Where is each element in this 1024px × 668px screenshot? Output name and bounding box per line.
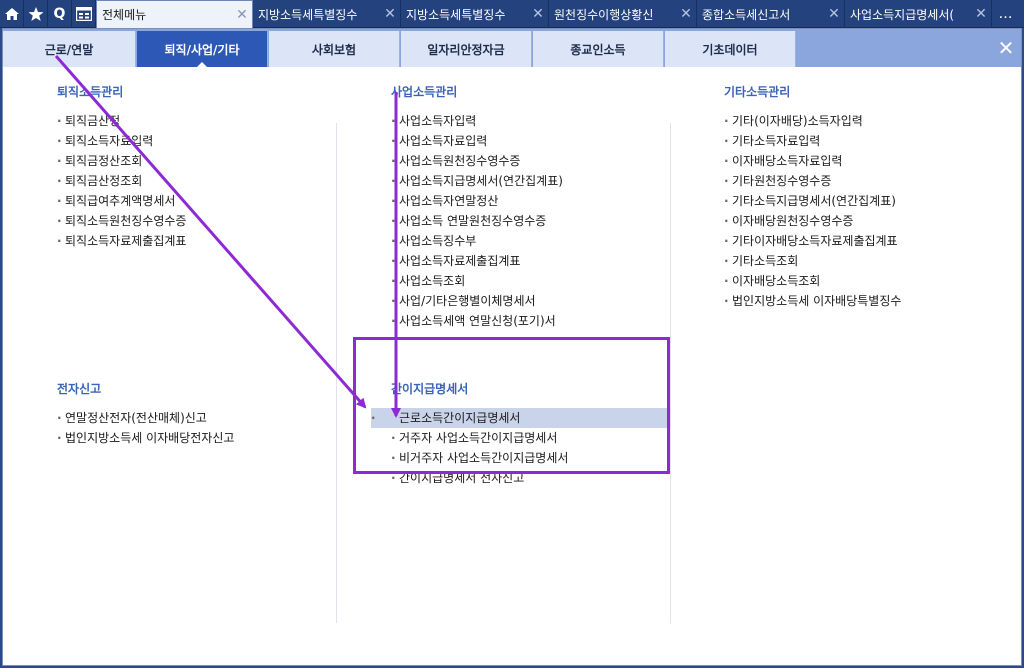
menu-item[interactable]: 기타원천징수영수증 (724, 171, 1014, 191)
tab-comprehensive-income-tax[interactable]: 종합소득세신고서 ✕ (697, 0, 845, 28)
menu-item[interactable]: 사업소득 연말원천징수영수증 (391, 211, 661, 231)
category-tab-base-data[interactable]: 기초데이터 (665, 31, 796, 67)
category-tab-social-insurance[interactable]: 사회보험 (269, 31, 400, 67)
menu-item[interactable]: 퇴직소득자료입력 (57, 131, 317, 151)
category-label: 퇴직/사업/기타 (164, 42, 240, 57)
category-label: 기초데이터 (702, 42, 758, 57)
menu-item-selected[interactable]: 근로소득간이지급명세서 (371, 408, 667, 428)
top-tab-bar: Q 전체메뉴 ✕ 지방소득세특별징수 ✕ 지방소득세특별징수 ✕ 원천징수이행상… (0, 0, 1024, 28)
category-tab-retirement-business-other[interactable]: 퇴직/사업/기타 (137, 31, 268, 68)
menu-item[interactable]: 사업소득원천징수영수증 (391, 151, 661, 171)
close-icon[interactable]: ✕ (232, 7, 252, 23)
menu-item[interactable]: 사업소득조회 (391, 271, 661, 291)
tab-local-income-tax-2[interactable]: 지방소득세특별징수 ✕ (401, 0, 549, 28)
close-icon[interactable]: ✕ (824, 6, 844, 22)
menu-item[interactable]: 기타소득자료입력 (724, 131, 1014, 151)
more-tabs-button[interactable]: … (992, 0, 1020, 27)
menu-item[interactable]: 퇴직금정산조회 (57, 151, 317, 171)
close-menu-icon[interactable]: ✕ (995, 36, 1017, 60)
tab-all-menu[interactable]: 전체메뉴 ✕ (96, 0, 253, 28)
section-title: 간이지급명세서 (391, 382, 469, 396)
menu-item[interactable]: 퇴직소득자료제출집계표 (57, 231, 317, 251)
section-title: 전자신고 (57, 382, 102, 396)
menu-item[interactable]: 이자배당소득자료입력 (724, 151, 1014, 171)
menu-item[interactable]: 이자배당소득조회 (724, 271, 1014, 291)
menu-item[interactable]: 사업소득세액 연말신청(포기)서 (391, 311, 661, 331)
column-divider (670, 123, 671, 623)
tab-label: 사업소득지급명세서( (850, 7, 955, 22)
section-business-income: 사업소득관리 사업소득자입력 사업소득자료입력 사업소득원천징수영수증 사업소득… (391, 83, 661, 331)
search-icon[interactable]: Q (48, 0, 72, 28)
tab-label: 종합소득세신고서 (702, 7, 791, 22)
column-divider (336, 123, 337, 623)
section-retirement-income: 퇴직소득관리 퇴직금산정 퇴직소득자료입력 퇴직금정산조회 퇴직금산정조회 퇴직… (57, 83, 317, 251)
section-simplified-statement: 간이지급명세서 근로소득간이지급명세서 거주자 사업소득간이지급명세서 비거주자… (371, 380, 667, 488)
category-tab-earned-income[interactable]: 근로/연말 (3, 31, 136, 67)
category-label: 일자리안정자금 (427, 42, 505, 57)
menu-item[interactable]: 간이지급명세서 전자신고 (391, 468, 667, 488)
close-icon[interactable]: ✕ (971, 6, 991, 22)
menu-item[interactable]: 연말정산전자(전산매체)신고 (57, 408, 327, 428)
category-tab-job-stability-fund[interactable]: 일자리안정자금 (401, 31, 532, 67)
menu-item[interactable]: 사업소득징수부 (391, 231, 661, 251)
menu-item[interactable]: 사업소득자연말정산 (391, 191, 661, 211)
category-label: 사회보험 (311, 42, 357, 57)
menu-item[interactable]: 퇴직급여추계액명세서 (57, 191, 317, 211)
category-label: 근로/연말 (44, 42, 94, 57)
menu-item[interactable]: 기타소득조회 (724, 251, 1014, 271)
section-other-income: 기타소득관리 기타(이자배당)소득자입력 기타소득자료입력 이자배당소득자료입력… (724, 83, 1014, 311)
menu-item[interactable]: 기타소득지급명세서(연간집계표) (724, 191, 1014, 211)
menu-item[interactable]: 사업/기타은행별이체명세서 (391, 291, 661, 311)
menu-item[interactable]: 비거주자 사업소득간이지급명세서 (391, 448, 667, 468)
section-electronic-filing: 전자신고 연말정산전자(전산매체)신고 법인지방소득세 이자배당전자신고 (57, 380, 327, 448)
tab-label: 전체메뉴 (102, 8, 147, 22)
menu-item[interactable]: 법인지방소득세 이자배당전자신고 (57, 428, 327, 448)
menu-item[interactable]: 퇴직금산정 (57, 111, 317, 131)
menu-item[interactable]: 퇴직소득원천징수영수증 (57, 211, 317, 231)
full-menu-panel: 근로/연말 퇴직/사업/기타 사회보험 일자리안정자금 종교인소득 기초데이터 … (2, 28, 1022, 666)
category-label: 종교인소득 (570, 42, 626, 57)
active-caret (196, 62, 208, 68)
menu-item[interactable]: 법인지방소득세 이자배당특별징수 (724, 291, 1014, 311)
close-icon[interactable]: ✕ (380, 6, 400, 22)
star-icon[interactable] (24, 0, 48, 28)
menu-item[interactable]: 기타이자배당소득자료제출집계표 (724, 231, 1014, 251)
category-tab-religious-income[interactable]: 종교인소득 (533, 31, 664, 67)
menu-item[interactable]: 사업소득지급명세서(연간집계표) (391, 171, 661, 191)
section-title: 사업소득관리 (391, 85, 458, 99)
apps-icon[interactable] (72, 0, 96, 28)
tab-label: 원천징수이행상황신 (554, 7, 654, 22)
tab-label: 지방소득세특별징수 (406, 7, 506, 22)
section-title: 기타소득관리 (724, 85, 791, 99)
close-icon[interactable]: ✕ (676, 6, 696, 22)
menu-item[interactable]: 사업소득자입력 (391, 111, 661, 131)
tab-withholding-report[interactable]: 원천징수이행상황신 ✕ (549, 0, 697, 28)
close-icon[interactable]: ✕ (528, 6, 548, 22)
tab-business-income-statement[interactable]: 사업소득지급명세서( ✕ (845, 0, 992, 28)
menu-item[interactable]: 사업소득자료입력 (391, 131, 661, 151)
home-icon[interactable] (0, 0, 24, 28)
menu-item[interactable]: 거주자 사업소득간이지급명세서 (391, 428, 667, 448)
category-bar: 근로/연말 퇴직/사업/기타 사회보험 일자리안정자금 종교인소득 기초데이터 … (3, 29, 1021, 68)
tab-local-income-tax-1[interactable]: 지방소득세특별징수 ✕ (253, 0, 401, 28)
menu-item[interactable]: 퇴직금산정조회 (57, 171, 317, 191)
tab-label: 지방소득세특별징수 (258, 7, 358, 22)
menu-item[interactable]: 이자배당원천징수영수증 (724, 211, 1014, 231)
menu-item[interactable]: 기타(이자배당)소득자입력 (724, 111, 1014, 131)
menu-item[interactable]: 사업소득자료제출집계표 (391, 251, 661, 271)
section-title: 퇴직소득관리 (57, 85, 124, 99)
